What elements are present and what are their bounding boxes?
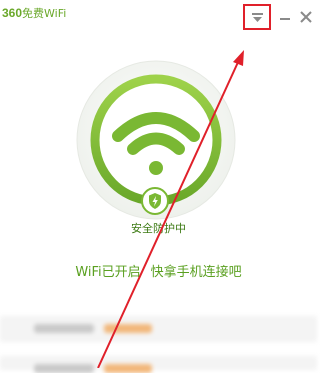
wifi-on-text: WiFi已开启 <box>75 265 141 280</box>
app-title: 360免费WiFi <box>2 5 66 21</box>
chevron-down-icon <box>252 13 263 22</box>
shield-icon <box>141 187 169 215</box>
close-icon <box>300 11 312 23</box>
app-title-number: 360 <box>2 6 23 20</box>
close-button[interactable] <box>299 9 313 23</box>
app-title-text: 免费WiFi <box>22 7 67 20</box>
minimize-icon <box>280 18 290 20</box>
minimize-button[interactable] <box>278 10 292 24</box>
blurred-info-row <box>0 316 317 342</box>
shield-badge <box>141 187 169 215</box>
menu-dropdown-button[interactable] <box>243 4 271 30</box>
connect-prompt-text: 快拿手机连接吧 <box>150 265 242 280</box>
title-bar: 360免费WiFi <box>0 0 317 32</box>
protection-status-label: 安全防护中 <box>131 222 186 235</box>
wifi-status-message: WiFi已开启 快拿手机连接吧 <box>0 261 317 280</box>
